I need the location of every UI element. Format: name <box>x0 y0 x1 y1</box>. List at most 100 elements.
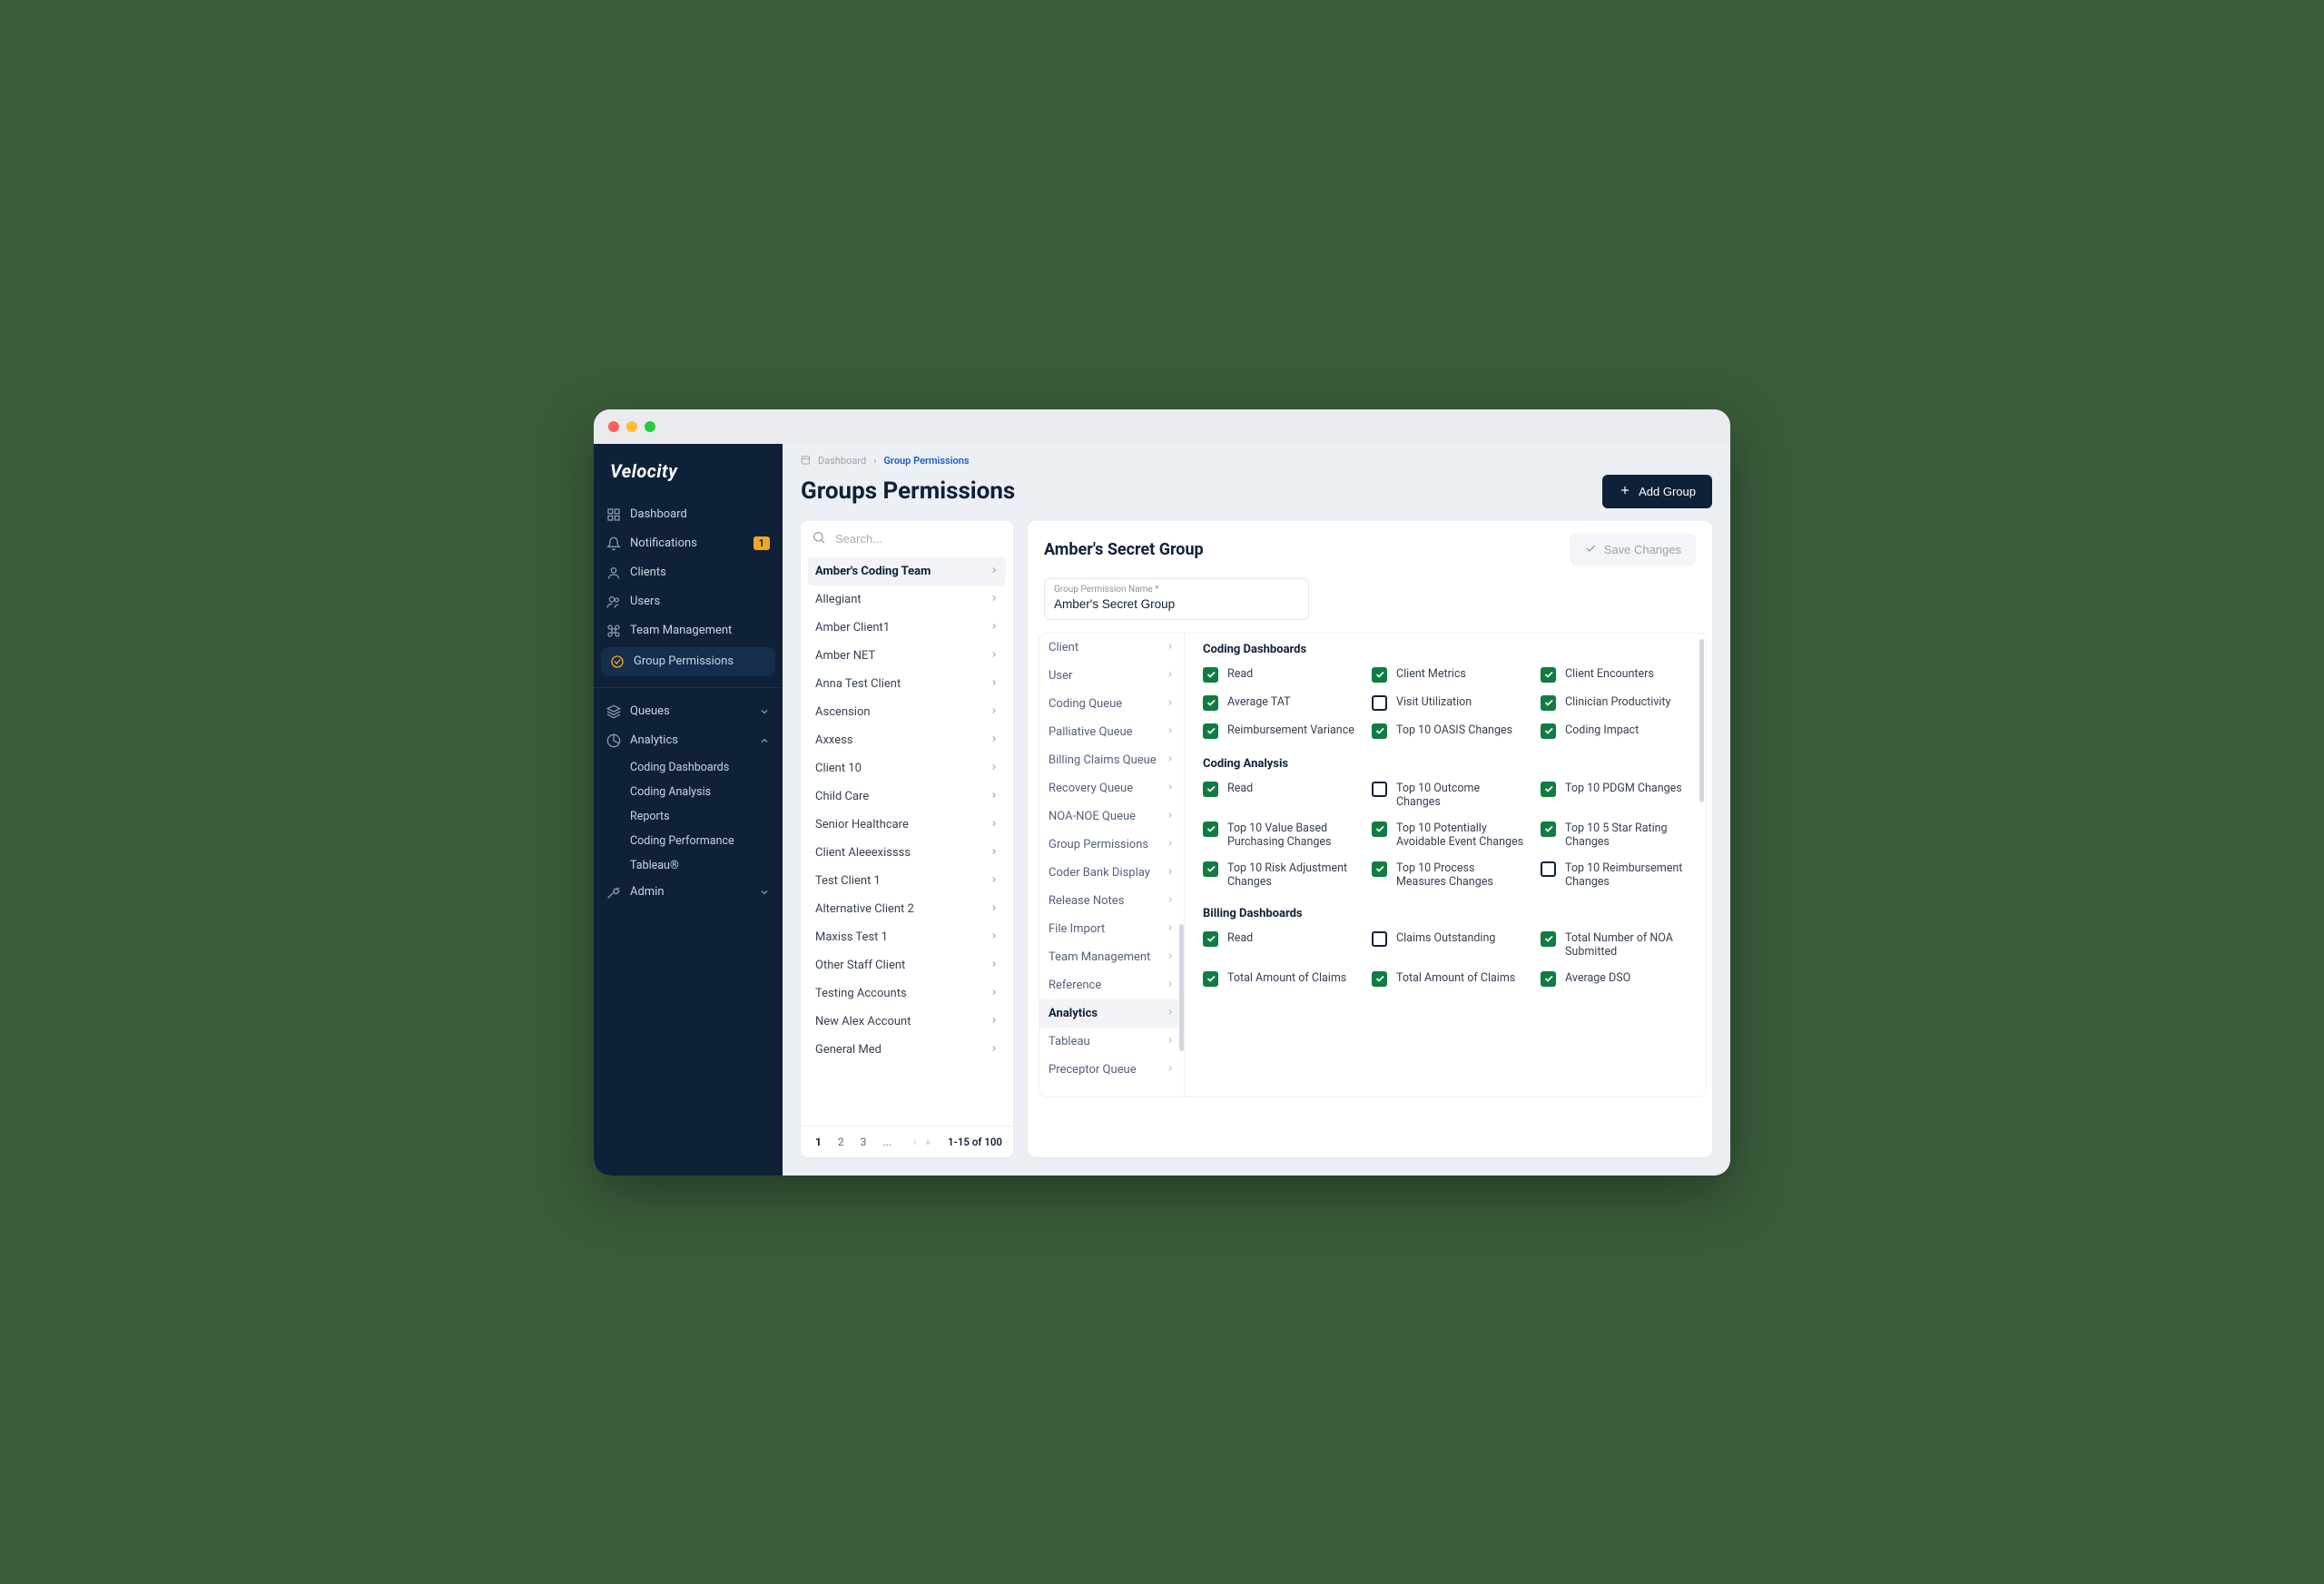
permission-label: Top 10 Process Measures Changes <box>1396 861 1524 889</box>
group-name-field[interactable]: Group Permission Name * <box>1044 578 1309 620</box>
group-item[interactable]: Amber's Coding Team <box>808 557 1006 585</box>
category-item[interactable]: Preceptor Queue <box>1039 1056 1184 1084</box>
permission-checkbox[interactable]: Top 10 Potentially Avoidable Event Chang… <box>1372 822 1524 849</box>
chevron-right-icon <box>1166 669 1175 683</box>
page-header: Groups Permissions Add Group <box>783 467 1730 521</box>
window-max-dot[interactable] <box>645 421 655 432</box>
category-item[interactable]: Release Notes <box>1039 887 1184 915</box>
permission-checkbox[interactable]: Coding Impact <box>1541 723 1693 739</box>
permission-section-title: Billing Dashboards <box>1203 907 1693 920</box>
category-item[interactable]: NOA-NOE Queue <box>1039 802 1184 831</box>
group-item[interactable]: Client 10 <box>808 754 1006 782</box>
permission-checkbox[interactable]: Read <box>1203 782 1355 809</box>
category-label: Billing Claims Queue <box>1049 753 1157 767</box>
group-item[interactable]: General Med <box>808 1036 1006 1064</box>
checkbox-icon <box>1203 931 1218 947</box>
sidebar-subitem-coding-dashboards[interactable]: Coding Dashboards <box>630 755 783 780</box>
permission-label: Total Number of NOA Submitted <box>1565 931 1693 959</box>
category-item[interactable]: File Import <box>1039 915 1184 943</box>
permission-checkbox[interactable]: Top 10 Outcome Changes <box>1372 782 1524 809</box>
group-item[interactable]: Anna Test Client <box>808 670 1006 698</box>
permission-checkbox[interactable]: Read <box>1203 667 1355 683</box>
permission-checkbox[interactable]: Claims Outstanding <box>1372 931 1524 959</box>
category-item[interactable]: Coder Bank Display <box>1039 859 1184 887</box>
group-item[interactable]: Child Care <box>808 782 1006 811</box>
checkbox-icon <box>1203 695 1218 711</box>
pager-last[interactable]: » <box>926 1136 931 1148</box>
permission-checkbox[interactable]: Top 10 OASIS Changes <box>1372 723 1524 739</box>
sidebar-item-users[interactable]: Users <box>594 587 783 616</box>
group-item[interactable]: Other Staff Client <box>808 951 1006 979</box>
category-item[interactable]: Billing Claims Queue <box>1039 746 1184 774</box>
pager-page[interactable]: 3 <box>857 1134 871 1150</box>
pager-next[interactable]: › <box>913 1136 917 1148</box>
permission-checkbox[interactable]: Top 10 PDGM Changes <box>1541 782 1693 809</box>
category-item[interactable]: Client <box>1039 634 1184 662</box>
group-item[interactable]: Ascension <box>808 698 1006 726</box>
group-item[interactable]: New Alex Account <box>808 1008 1006 1036</box>
permission-checkbox[interactable]: Top 10 Reimbursement Changes <box>1541 861 1693 889</box>
sidebar-item-notifications[interactable]: Notifications 1 <box>594 529 783 558</box>
add-group-label: Add Group <box>1639 485 1696 498</box>
window-min-dot[interactable] <box>626 421 637 432</box>
group-item[interactable]: Axxess <box>808 726 1006 754</box>
category-item[interactable]: User <box>1039 662 1184 690</box>
category-item[interactable]: Analytics <box>1039 999 1184 1028</box>
permission-checkbox[interactable]: Client Encounters <box>1541 667 1693 683</box>
permission-checkbox[interactable]: Reimbursement Variance <box>1203 723 1355 739</box>
group-item[interactable]: Alternative Client 2 <box>808 895 1006 923</box>
sidebar-item-team-management[interactable]: Team Management <box>594 616 783 645</box>
permission-checkbox[interactable]: Visit Utilization <box>1372 695 1524 711</box>
category-item[interactable]: Recovery Queue <box>1039 774 1184 802</box>
window-close-dot[interactable] <box>608 421 619 432</box>
group-item[interactable]: Maxiss Test 1 <box>808 923 1006 951</box>
group-item[interactable]: Testing Accounts <box>808 979 1006 1008</box>
sidebar-subitem-coding-analysis[interactable]: Coding Analysis <box>630 780 783 804</box>
sidebar-item-admin[interactable]: Admin <box>594 878 783 907</box>
group-item[interactable]: Senior Healthcare <box>808 811 1006 839</box>
group-item[interactable]: Test Client 1 <box>808 867 1006 895</box>
sidebar-item-analytics[interactable]: Analytics <box>594 726 783 755</box>
permission-checkbox[interactable]: Total Amount of Claims <box>1372 971 1524 987</box>
pager-page[interactable]: 1 <box>812 1134 825 1150</box>
category-item[interactable]: Reference <box>1039 971 1184 999</box>
sidebar-item-queues[interactable]: Queues <box>594 697 783 726</box>
permission-checkbox[interactable]: Top 10 Risk Adjustment Changes <box>1203 861 1355 889</box>
scrollbar[interactable] <box>1699 639 1704 802</box>
category-item[interactable]: Palliative Queue <box>1039 718 1184 746</box>
permission-checkbox[interactable]: Top 10 Value Based Purchasing Changes <box>1203 822 1355 849</box>
category-item[interactable]: Group Permissions <box>1039 831 1184 859</box>
permission-checkbox[interactable]: Clinician Productivity <box>1541 695 1693 711</box>
permission-label: Read <box>1227 931 1253 945</box>
group-item[interactable]: Amber NET <box>808 642 1006 670</box>
group-item[interactable]: Allegiant <box>808 585 1006 614</box>
sidebar-item-clients[interactable]: Clients <box>594 558 783 587</box>
permission-checkbox[interactable]: Total Amount of Claims <box>1203 971 1355 987</box>
pager-page[interactable]: ... <box>879 1134 895 1150</box>
search-input[interactable] <box>835 532 1002 546</box>
permission-checkbox[interactable]: Read <box>1203 931 1355 959</box>
permission-checkbox[interactable]: Total Number of NOA Submitted <box>1541 931 1693 959</box>
sidebar-subitem-tableau-[interactable]: Tableau® <box>630 853 783 878</box>
permission-checkbox[interactable]: Client Metrics <box>1372 667 1524 683</box>
category-item[interactable]: Coding Queue <box>1039 690 1184 718</box>
sidebar-item-dashboard[interactable]: Dashboard <box>594 500 783 529</box>
group-item[interactable]: Client Aleeexissss <box>808 839 1006 867</box>
group-name-input[interactable] <box>1054 597 1299 611</box>
category-item[interactable]: Tableau <box>1039 1028 1184 1056</box>
breadcrumb-root[interactable]: Dashboard <box>818 455 866 467</box>
permission-checkbox[interactable]: Top 10 5 Star Rating Changes <box>1541 822 1693 849</box>
group-item[interactable]: Amber Client1 <box>808 614 1006 642</box>
save-button[interactable]: Save Changes <box>1570 534 1696 566</box>
category-item[interactable]: Team Management <box>1039 943 1184 971</box>
permission-checkbox[interactable]: Average TAT <box>1203 695 1355 711</box>
permission-checkbox[interactable]: Average DSO <box>1541 971 1693 987</box>
pager-page[interactable]: 2 <box>834 1134 848 1150</box>
scrollbar[interactable] <box>1179 924 1184 1051</box>
sidebar-subitem-reports[interactable]: Reports <box>630 804 783 829</box>
permission-checkbox[interactable]: Top 10 Process Measures Changes <box>1372 861 1524 889</box>
permission-label: Top 10 Potentially Avoidable Event Chang… <box>1396 822 1524 849</box>
sidebar-item-group-permissions[interactable]: Group Permissions <box>601 647 775 676</box>
add-group-button[interactable]: Add Group <box>1602 475 1712 508</box>
sidebar-subitem-coding-performance[interactable]: Coding Performance <box>630 829 783 853</box>
